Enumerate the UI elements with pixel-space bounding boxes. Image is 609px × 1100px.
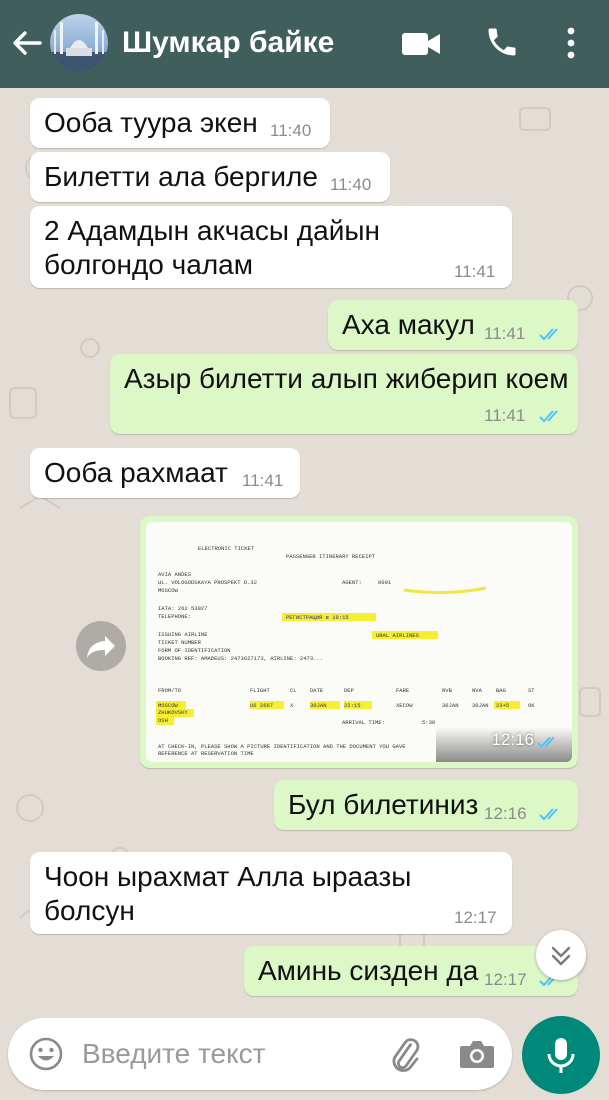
scroll-to-bottom-button[interactable] — [536, 930, 586, 980]
message-text: Ооба рахмаат — [44, 457, 228, 488]
message-outgoing[interactable]: Бул билетиниз 12:16 — [274, 780, 578, 830]
ticket-cell: 23+5 — [496, 702, 509, 709]
message-time: 11:40 — [330, 175, 372, 194]
message-outgoing[interactable]: Аха макул 11:41 — [328, 300, 578, 350]
ticket-cell: XECOW — [396, 702, 413, 709]
ticket-column-header: CL — [290, 687, 297, 694]
read-ticks-icon — [539, 410, 558, 423]
ticket-column-header: ST — [528, 687, 535, 694]
forward-icon — [87, 636, 115, 658]
ticket-column-header: FROM/TO — [158, 687, 182, 694]
ticket-cell: 30JAN — [472, 702, 489, 709]
message-outgoing[interactable]: Аминь сизден да 12:17 — [244, 946, 578, 996]
ticket-column-header: NVA — [472, 687, 483, 694]
message-outgoing[interactable]: Азыр билетти алып жиберип коем 11:41 — [110, 354, 578, 434]
read-ticks-icon — [539, 808, 558, 821]
ticket-agency: AVIA ANDES — [158, 571, 192, 578]
microphone-icon — [547, 1038, 575, 1073]
ticket-airline: URAL AIRLINES — [376, 632, 420, 639]
ticket-footer-2: REFERENCE AT RESERVATION TIME — [158, 750, 254, 757]
ticket-title: ELECTRONIC TICKET — [198, 545, 255, 552]
message-text: 2 Адамдын акчасы дайын болгондо чалам — [44, 215, 380, 280]
ticket-column-header: DEP — [344, 687, 354, 694]
message-time: 12:17 — [454, 908, 497, 927]
ticket-arrival-value: 5:30 — [422, 719, 435, 726]
contact-name[interactable]: Шумкар байке — [122, 26, 334, 60]
message-incoming[interactable]: 2 Адамдын акчасы дайын болгондо чалам 11… — [30, 206, 512, 288]
message-time: 12:16 — [491, 730, 534, 749]
ticket-cell: OK — [528, 702, 535, 709]
message-time: 11:41 — [454, 262, 496, 281]
message-time: 12:16 — [484, 804, 527, 823]
message-incoming[interactable]: Билетти ала бергиле 11:40 — [30, 152, 390, 202]
message-time: 11:41 — [484, 324, 526, 343]
read-ticks-icon — [539, 328, 558, 341]
phone-call-icon[interactable] — [484, 24, 520, 60]
ticket-row: MOSCOW U6 2667 X 30JAN 22:15 XECOW 30JAN 30JAN 2… — [158, 702, 535, 709]
message-incoming[interactable]: Ооба туура экен 11:40 — [30, 98, 330, 148]
message-text: Аха макул — [342, 309, 475, 340]
ticket-cell: 22:15 — [344, 702, 361, 709]
ticket-form-id: FORM OF IDENTIFICATION — [158, 647, 231, 654]
chat-area[interactable]: Ооба туура экен 11:40 Билетти ала бергил… — [0, 88, 609, 1008]
ticket-city: MOSCOW — [158, 587, 179, 594]
ticket-row2-to: OSH — [158, 717, 168, 724]
message-text: Бул билетиниз — [288, 789, 479, 820]
ticket-address: UL. VOLOGODSKAYA PROSPEKT D.32 — [158, 579, 257, 586]
video-call-icon[interactable] — [401, 30, 441, 58]
message-time: 11:40 — [270, 121, 312, 140]
message-input-bar[interactable]: Введите текст — [8, 1018, 512, 1090]
ticket-cell: 30JAN — [442, 702, 459, 709]
ticket-number-label: TICKET NUMBER — [158, 639, 202, 646]
message-time: 11:41 — [242, 471, 284, 490]
read-ticks-icon — [537, 736, 555, 749]
ticket-columns: FROM/TO FLIGHT CL DATE DEP FARE NVB NVA BAG ST — [158, 687, 535, 694]
ticket-column-header: BAG — [496, 687, 506, 694]
ticket-cell: X — [290, 702, 294, 709]
ticket-subtitle: PASSENGER ITINERARY RECEIPT — [286, 553, 376, 560]
double-chevron-down-icon — [551, 946, 571, 966]
back-arrow-icon[interactable] — [10, 26, 44, 60]
message-input[interactable]: Введите текст — [82, 1038, 266, 1070]
ticket-column-header: FARE — [396, 687, 410, 694]
ticket-row2-from: ZHUKOVSKY — [158, 709, 188, 716]
camera-icon[interactable] — [458, 1038, 496, 1070]
message-incoming[interactable]: Ооба рахмаат 11:41 — [30, 448, 300, 498]
message-text: Азыр билетти алып жиберип коем — [124, 363, 569, 394]
message-text: Аминь сизден да — [258, 955, 479, 986]
emoji-icon[interactable] — [28, 1036, 64, 1072]
ticket-arrival-label: ARRIVAL TIME: — [342, 719, 385, 726]
message-time: 11:41 — [484, 406, 526, 425]
voice-record-button[interactable] — [522, 1016, 600, 1094]
message-incoming[interactable]: Чоон ырахмат Алла ыраазы болсун 12:17 — [30, 852, 512, 934]
message-time: 12:17 — [484, 970, 527, 989]
ticket-agent-value: 0001 — [378, 579, 392, 586]
ticket-cell: 30JAN — [310, 702, 327, 709]
more-options-icon[interactable] — [564, 26, 578, 60]
message-text: Ооба туура экен — [44, 107, 258, 138]
message-text: Чоон ырахмат Алла ыраазы болсун — [44, 861, 412, 926]
ticket-telephone: TELEPHONE: — [158, 613, 191, 620]
ticket-column-header: FLIGHT — [250, 687, 271, 694]
ticket-column-header: DATE — [310, 687, 324, 694]
ticket-registration: РЕГИСТРАЦИЯ в 19:15 — [286, 614, 349, 621]
ticket-iata: IATA: 262 53927 — [158, 605, 208, 612]
chat-header: Шумкар байке — [0, 0, 609, 88]
ticket-agent-label: AGENT: — [342, 579, 362, 586]
ticket-issuing: ISSUING AIRLINE — [158, 631, 208, 638]
ticket-column-header: NVB — [442, 687, 453, 694]
message-text: Билетти ала бергиле — [44, 161, 318, 192]
ticket-cell: U6 2667 — [250, 702, 273, 709]
forward-button[interactable] — [76, 621, 126, 671]
ticket-footer-1: AT CHECK-IN, PLEASE SHOW A PICTURE IDENT… — [158, 743, 406, 750]
attach-icon[interactable] — [384, 1034, 424, 1074]
ticket-cell: MOSCOW — [158, 702, 179, 709]
ticket-image[interactable]: ELECTRONIC TICKET PASSENGER ITINERARY RE… — [146, 522, 572, 762]
ticket-booking: BOOKING REF: AMADEUS: 2473627173, AIRLIN… — [158, 655, 323, 662]
image-message[interactable]: ELECTRONIC TICKET PASSENGER ITINERARY RE… — [140, 516, 578, 768]
contact-avatar[interactable] — [50, 14, 108, 72]
